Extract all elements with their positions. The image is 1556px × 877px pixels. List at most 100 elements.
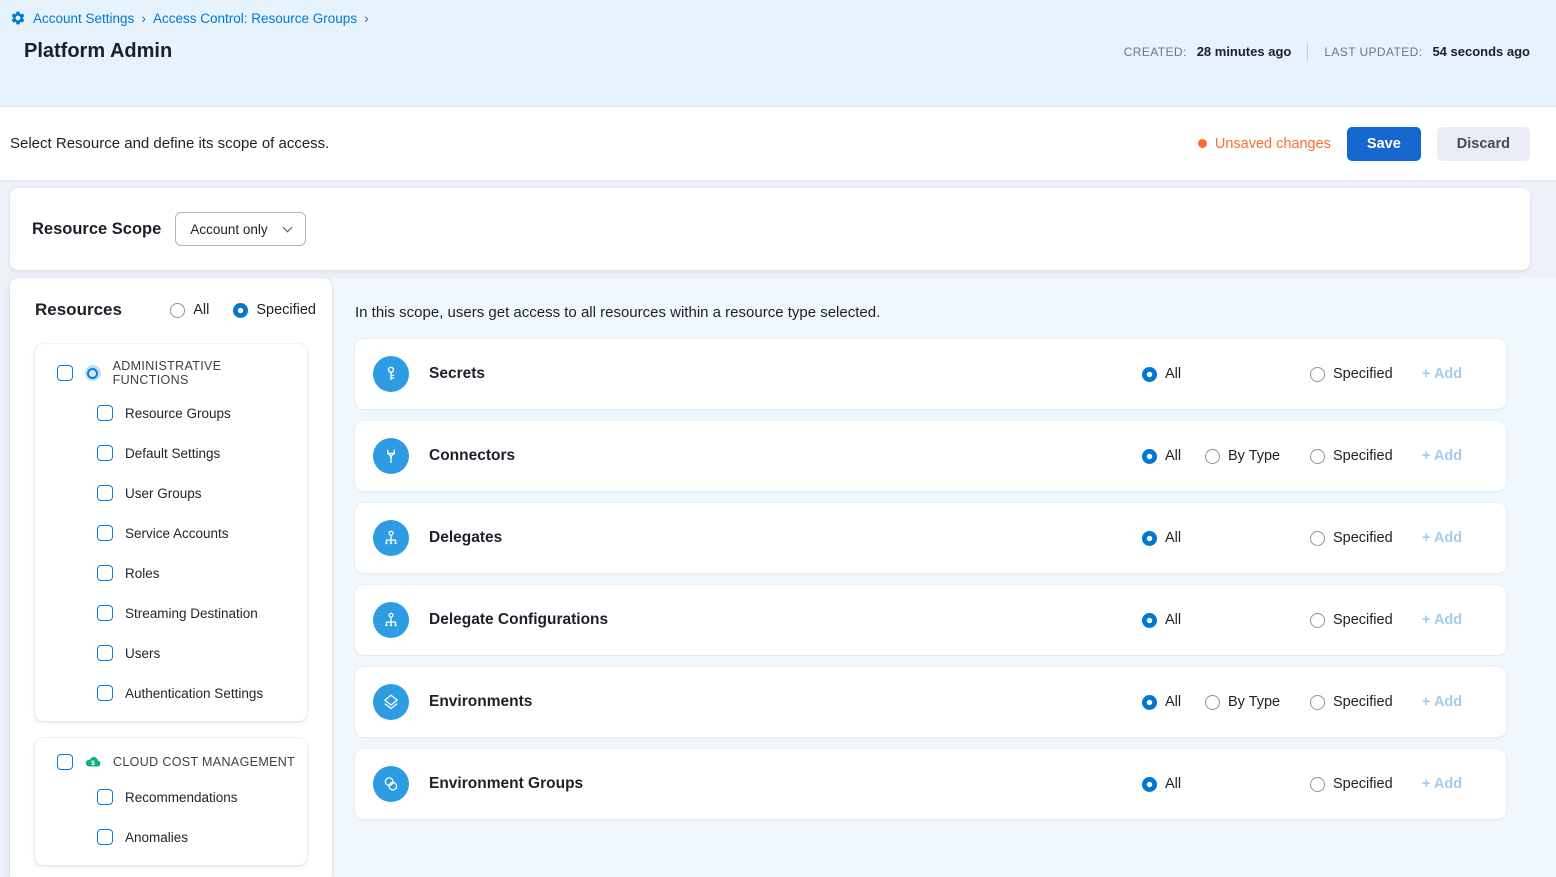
radio-unselected-icon[interactable] (1310, 695, 1325, 710)
resource-item-resource-groups[interactable]: Resource Groups (97, 393, 297, 433)
resources-mode-radiogroup: All Specified (170, 302, 316, 318)
radio-label: Specified (1333, 366, 1393, 382)
unsaved-dot-icon (1198, 139, 1207, 148)
resource-item-label: Resource Groups (125, 406, 231, 421)
radio-selected-icon[interactable] (1142, 531, 1157, 546)
resources-mode-all[interactable]: All (170, 302, 209, 318)
radio-label: By Type (1228, 694, 1280, 710)
resource-row-connectors: ConnectorsAllBy TypeSpecified+ Add (355, 421, 1506, 491)
resource-item-service-accounts[interactable]: Service Accounts (97, 513, 297, 553)
resource-item-label: Authentication Settings (125, 686, 263, 701)
option-all[interactable]: All (1142, 448, 1205, 464)
resources-mode-specified[interactable]: Specified (233, 302, 316, 318)
option-specified[interactable]: Specified (1310, 366, 1422, 382)
radio-label: All (1165, 366, 1181, 382)
checkbox[interactable] (97, 685, 113, 701)
option-all[interactable]: All (1142, 530, 1205, 546)
resource-row-title: Environments (429, 693, 532, 711)
option-specified[interactable]: Specified (1310, 530, 1422, 546)
add-link[interactable]: + Add (1422, 530, 1466, 546)
resource-item-roles[interactable]: Roles (97, 553, 297, 593)
option-by-type[interactable]: By Type (1205, 448, 1310, 464)
checkbox[interactable] (97, 485, 113, 501)
breadcrumb-account-settings[interactable]: Account Settings (33, 11, 134, 26)
radio-label: Specified (1333, 448, 1393, 464)
option-specified[interactable]: Specified (1310, 448, 1422, 464)
add-link[interactable]: + Add (1422, 776, 1466, 792)
option-specified[interactable]: Specified (1310, 694, 1422, 710)
scope-main-panel: In this scope, users get access to all r… (332, 278, 1556, 877)
breadcrumb-resource-groups[interactable]: Access Control: Resource Groups (153, 11, 357, 26)
radio-label: All (1165, 612, 1181, 628)
add-link[interactable]: + Add (1422, 366, 1466, 382)
option-specified[interactable]: Specified (1310, 612, 1422, 628)
option-all[interactable]: All (1142, 366, 1205, 382)
radio-selected-icon[interactable] (1142, 613, 1157, 628)
checkbox[interactable] (97, 445, 113, 461)
resource-item-default-settings[interactable]: Default Settings (97, 433, 297, 473)
add-link[interactable]: + Add (1422, 694, 1466, 710)
cloud-cost-icon: $ (84, 753, 102, 771)
checkbox[interactable] (57, 754, 73, 770)
radio-selected-icon[interactable] (1142, 367, 1157, 382)
discard-button[interactable]: Discard (1437, 127, 1530, 161)
checkbox[interactable] (97, 565, 113, 581)
resource-item-user-groups[interactable]: User Groups (97, 473, 297, 513)
radio-unselected-icon[interactable] (170, 303, 185, 318)
add-link[interactable]: + Add (1422, 612, 1466, 628)
radio-unselected-icon[interactable] (1310, 531, 1325, 546)
option-specified[interactable]: Specified (1310, 776, 1422, 792)
checkbox[interactable] (97, 605, 113, 621)
toolbar-description: Select Resource and define its scope of … (10, 135, 329, 152)
unsaved-changes-badge: Unsaved changes (1198, 136, 1331, 152)
radio-selected-icon[interactable] (233, 303, 248, 318)
resource-item-label: User Groups (125, 486, 202, 501)
radio-selected-icon[interactable] (1142, 777, 1157, 792)
resource-row-options: AllBy Type Specified + Add (1142, 448, 1466, 464)
add-link[interactable]: + Add (1422, 448, 1466, 464)
resource-row-delegate-configurations: Delegate Configurations All Specified + Add (355, 585, 1506, 655)
resource-item-authentication-settings[interactable]: Authentication Settings (97, 673, 297, 713)
checkbox[interactable] (97, 829, 113, 845)
scope-description: In this scope, users get access to all r… (355, 304, 1506, 321)
radio-unselected-icon[interactable] (1310, 367, 1325, 382)
breadcrumb-separator: › (141, 10, 146, 26)
resource-item-label: Recommendations (125, 790, 238, 805)
resource-row-options: All Specified + Add (1142, 366, 1466, 382)
radio-unselected-icon[interactable] (1205, 449, 1220, 464)
checkbox[interactable] (97, 405, 113, 421)
radio-unselected-icon[interactable] (1205, 695, 1220, 710)
checkbox[interactable] (97, 789, 113, 805)
checkbox[interactable] (97, 525, 113, 541)
radio-selected-icon[interactable] (1142, 449, 1157, 464)
save-button[interactable]: Save (1347, 127, 1421, 161)
radio-label: All (1165, 530, 1181, 546)
resource-item-label: Default Settings (125, 446, 220, 461)
resource-scope-select[interactable]: Account only (175, 212, 305, 246)
settings-gear-icon (10, 10, 26, 26)
checkbox[interactable] (97, 645, 113, 661)
resource-group-items: Resource Groups Default Settings User Grou… (57, 393, 297, 713)
resource-group-header: ADMINISTRATIVE FUNCTIONS (57, 359, 297, 387)
option-by-type[interactable]: By Type (1205, 694, 1310, 710)
resource-row-title: Delegate Configurations (429, 611, 608, 629)
resource-item-anomalies[interactable]: Anomalies (97, 817, 297, 857)
resource-group-name: CLOUD COST MANAGEMENT (113, 755, 295, 769)
radio-unselected-icon[interactable] (1310, 449, 1325, 464)
resource-item-label: Roles (125, 566, 160, 581)
radio-label: Specified (1333, 612, 1393, 628)
resource-item-recommendations[interactable]: Recommendations (97, 777, 297, 817)
option-all[interactable]: All (1142, 776, 1205, 792)
resource-item-streaming-destination[interactable]: Streaming Destination (97, 593, 297, 633)
resource-row-delegates: DelegatesAllSpecified+ Add (355, 503, 1506, 573)
option-all[interactable]: All (1142, 612, 1205, 628)
radio-label: Specified (1333, 776, 1393, 792)
resource-row-options: All Specified + Add (1142, 776, 1466, 792)
radio-selected-icon[interactable] (1142, 695, 1157, 710)
radio-unselected-icon[interactable] (1310, 777, 1325, 792)
resource-item-users[interactable]: Users (97, 633, 297, 673)
checkbox[interactable] (57, 365, 73, 381)
radio-unselected-icon[interactable] (1310, 613, 1325, 628)
resource-group-items: Recommendations Anomalies (57, 777, 297, 857)
option-all[interactable]: All (1142, 694, 1205, 710)
